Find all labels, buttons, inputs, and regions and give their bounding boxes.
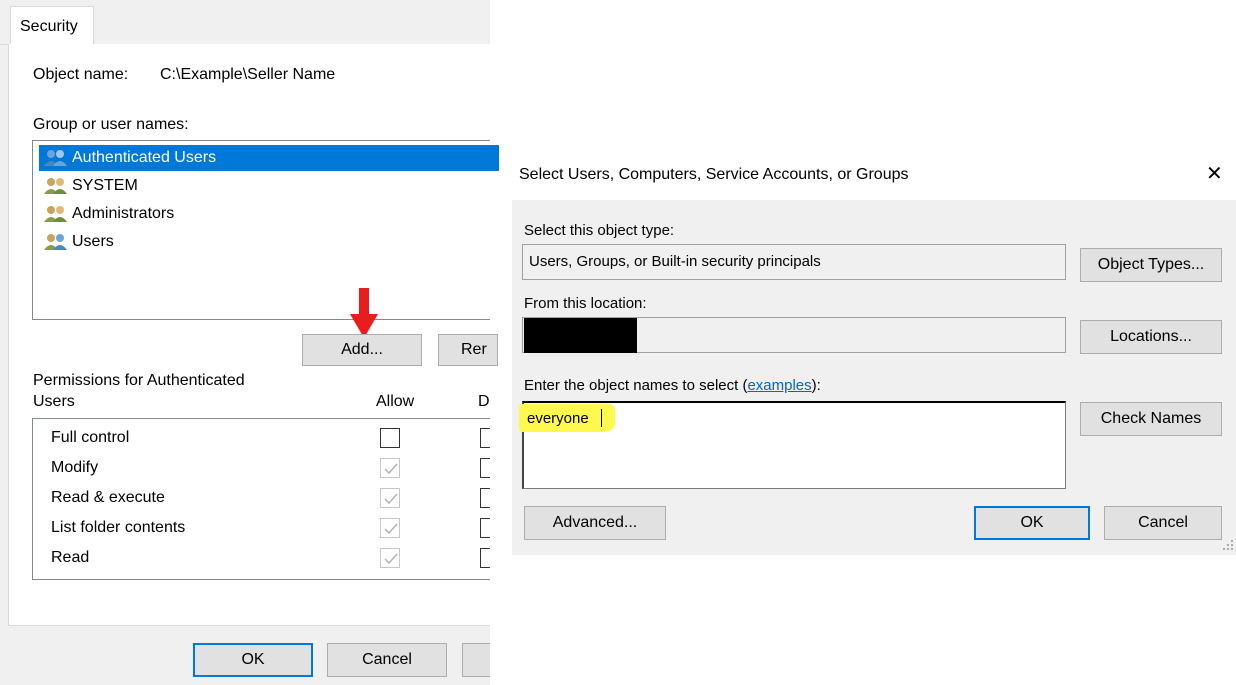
object-types-button-label: Object Types... xyxy=(1097,256,1205,273)
permission-list-folder-contents: List folder contents xyxy=(51,519,186,536)
permission-full-control: Full control xyxy=(51,429,130,446)
permission-read: Read xyxy=(51,549,90,566)
enter-names-label: Enter the object names to select (exampl… xyxy=(524,377,821,394)
list-item-authenticated-users[interactable]: Authenticated Users xyxy=(39,145,499,171)
security-ok-button[interactable]: OK xyxy=(193,643,313,677)
dialog-title: Select Users, Computers, Service Account… xyxy=(519,166,909,183)
tab-security-label: Security xyxy=(20,18,78,35)
user-name: SYSTEM xyxy=(72,177,138,194)
redacted-location-block xyxy=(524,318,637,353)
object-type-value: Users, Groups, or Built-in security prin… xyxy=(529,253,821,270)
security-cancel-button[interactable]: Cancel xyxy=(327,643,447,677)
user-name: Users xyxy=(72,233,114,250)
enter-names-prefix: Enter the object names to select ( xyxy=(524,377,748,394)
cancel-button-label: Cancel xyxy=(1138,514,1188,531)
tab-security[interactable]: Security xyxy=(10,6,94,44)
allow-list-folder-contents-checkbox xyxy=(380,518,400,538)
deny-full-control-checkbox[interactable] xyxy=(480,428,490,448)
resize-grip-icon[interactable] xyxy=(1222,539,1234,551)
list-item-administrators[interactable]: Administrators xyxy=(39,201,499,227)
permissions-label-line2: Users xyxy=(33,393,75,410)
checkmark-icon xyxy=(384,493,398,505)
remove-button[interactable]: Rer xyxy=(438,334,498,366)
ok-button-label: OK xyxy=(1020,514,1044,531)
object-names-value: everyone xyxy=(527,410,589,427)
locations-button[interactable]: Locations... xyxy=(1080,320,1222,354)
user-name: Authenticated Users xyxy=(72,149,217,166)
location-label: From this location: xyxy=(524,295,647,312)
cancel-button-label: Cancel xyxy=(362,651,412,668)
select-ok-button[interactable]: OK xyxy=(974,506,1090,540)
deny-read-execute-checkbox[interactable] xyxy=(480,488,490,508)
permissions-label-line1: Permissions for Authenticated xyxy=(33,372,245,389)
security-apply-button[interactable] xyxy=(462,643,490,677)
add-button-label: Add... xyxy=(341,341,383,358)
deny-modify-checkbox[interactable] xyxy=(480,458,490,478)
users-group-icon xyxy=(44,150,67,166)
object-name-label: Object name: xyxy=(33,66,129,83)
deny-column-header: D xyxy=(478,393,490,410)
allow-column-header: Allow xyxy=(376,393,415,410)
object-name-value: C:\Example\Seller Name xyxy=(160,66,336,83)
list-item-users[interactable]: Users xyxy=(39,229,499,255)
check-names-button-label: Check Names xyxy=(1100,410,1202,427)
examples-link[interactable]: examples xyxy=(747,377,811,394)
checkmark-icon xyxy=(384,463,398,475)
deny-list-folder-contents-checkbox[interactable] xyxy=(480,518,490,538)
group-user-names-label: Group or user names: xyxy=(33,116,189,133)
group-user-list[interactable]: Authenticated Users SYSTEM Administrator… xyxy=(32,140,499,320)
locations-button-label: Locations... xyxy=(1110,328,1192,345)
users-group-icon xyxy=(44,178,67,194)
add-button[interactable]: Add... xyxy=(302,334,422,366)
permission-read-execute: Read & execute xyxy=(51,489,165,506)
allow-full-control-checkbox[interactable] xyxy=(380,428,400,448)
permission-modify: Modify xyxy=(51,459,99,476)
ok-button-label: OK xyxy=(241,651,265,668)
remove-button-label: Rer xyxy=(461,341,487,358)
enter-names-suffix: ): xyxy=(811,377,821,394)
text-caret xyxy=(601,409,602,427)
check-names-button[interactable]: Check Names xyxy=(1080,402,1222,436)
checkmark-icon xyxy=(384,523,398,535)
object-types-button[interactable]: Object Types... xyxy=(1080,248,1222,282)
user-name: Administrators xyxy=(72,205,175,222)
advanced-button[interactable]: Advanced... xyxy=(524,506,666,540)
close-icon[interactable]: ✕ xyxy=(1206,161,1223,186)
object-type-field: Users, Groups, or Built-in security prin… xyxy=(522,244,1066,280)
allow-read-execute-checkbox xyxy=(380,488,400,508)
users-group-icon xyxy=(44,234,67,250)
users-group-icon xyxy=(44,206,67,222)
list-item-system[interactable]: SYSTEM xyxy=(39,173,499,199)
deny-read-checkbox[interactable] xyxy=(480,548,490,568)
allow-modify-checkbox xyxy=(380,458,400,478)
checkmark-icon xyxy=(384,553,398,565)
advanced-button-label: Advanced... xyxy=(552,514,638,531)
red-arrow-annotation-icon xyxy=(350,288,378,338)
select-cancel-button[interactable]: Cancel xyxy=(1104,506,1222,540)
object-type-label: Select this object type: xyxy=(524,222,675,239)
allow-read-checkbox xyxy=(380,548,400,568)
